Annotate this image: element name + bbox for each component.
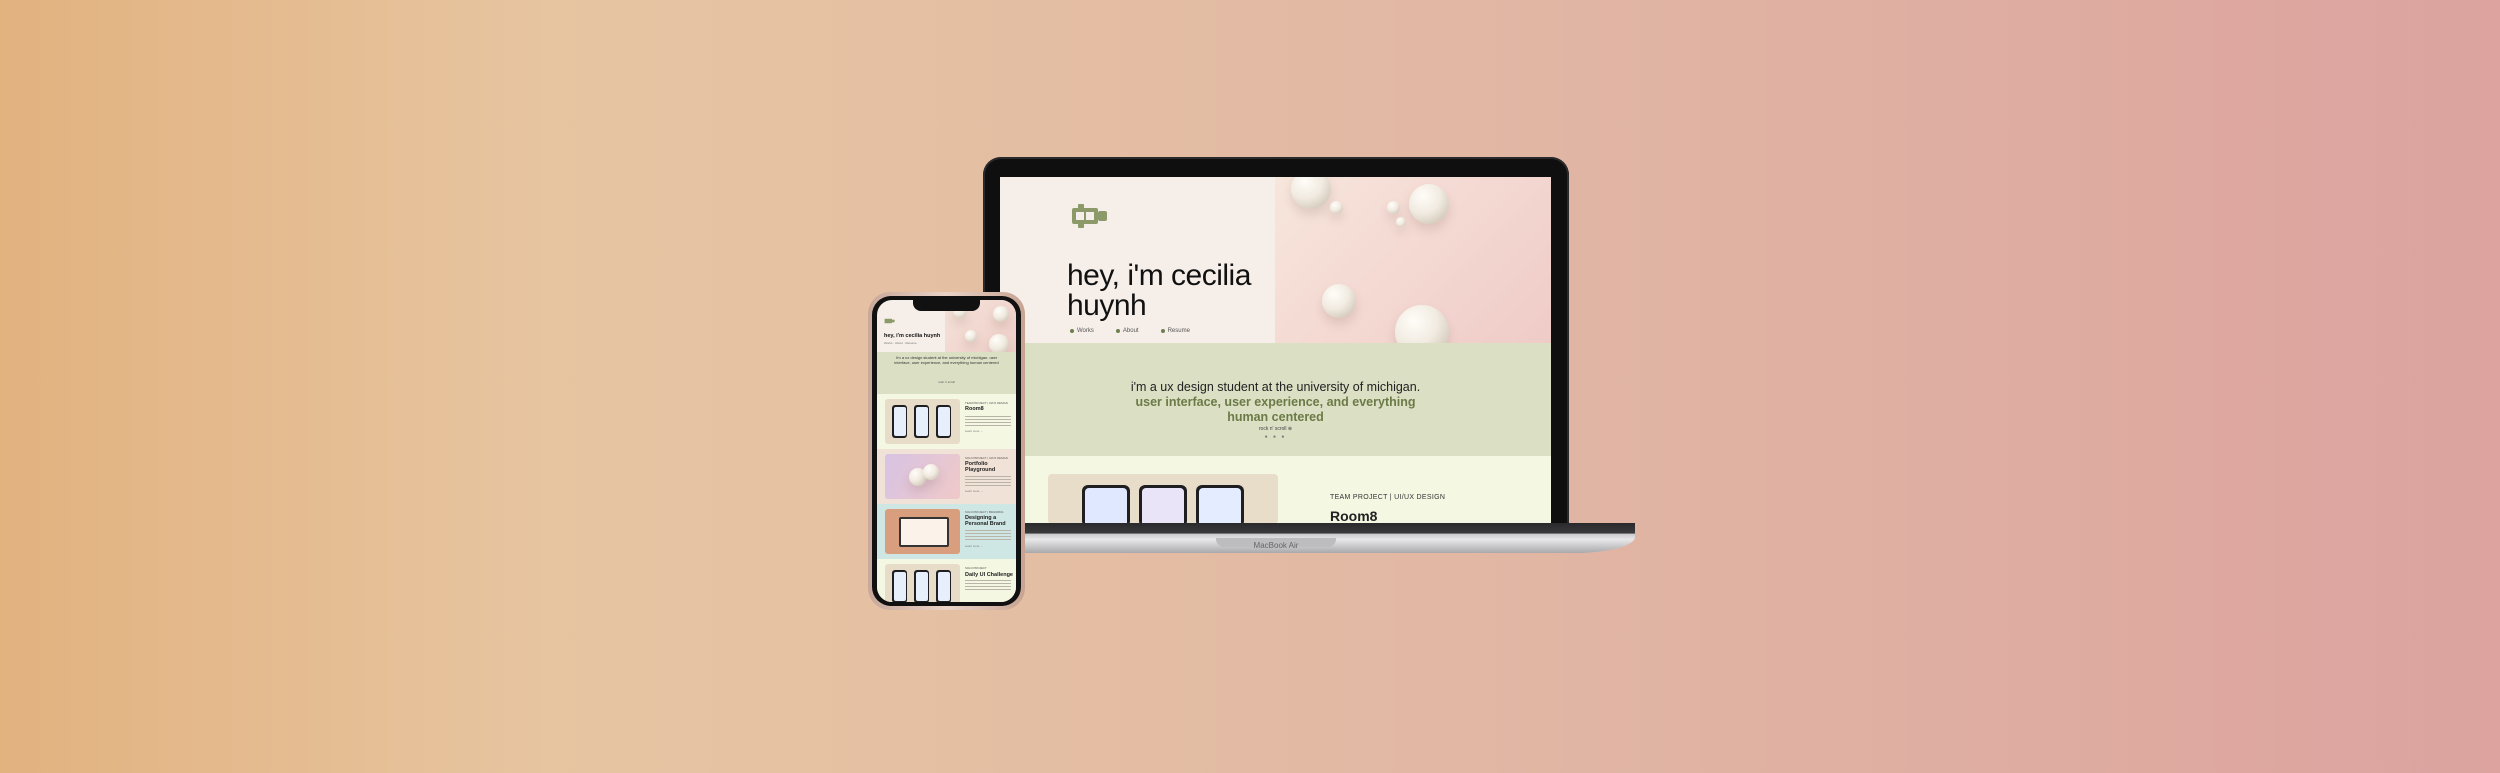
project-thumbnail[interactable]: [885, 509, 960, 554]
project-thumbnail[interactable]: [1048, 474, 1278, 524]
bullet-icon: [1115, 329, 1120, 333]
phone-screen: hey, i'm cecilia huynh Works · About · R…: [877, 300, 1016, 602]
phone-mockup: [892, 570, 907, 602]
sphere-decoration: [989, 334, 1009, 354]
sphere-decoration: [1330, 201, 1343, 214]
project-title[interactable]: Portfolio Playground: [965, 461, 1013, 473]
sphere-decoration: [1409, 184, 1449, 224]
project-description: [965, 580, 1011, 590]
nav-item-resume[interactable]: Resume: [1160, 328, 1190, 334]
intro-highlight: user interface, user experience, and eve…: [1000, 395, 1551, 425]
project-description: [965, 476, 1011, 486]
phone-mockup: [914, 405, 929, 438]
learn-more-link[interactable]: Learn more →: [965, 429, 983, 433]
phone-intro-text: i'm a ux design student at the universit…: [894, 355, 999, 365]
project-thumbnail[interactable]: [885, 564, 960, 602]
nav-item-about[interactable]: About: [1115, 328, 1139, 334]
project-tag: SOLO PROJECT | UI/UX DESIGN: [965, 456, 1008, 460]
phone-mockup: [1082, 485, 1130, 524]
project-title[interactable]: Room8: [965, 406, 1013, 412]
project-title[interactable]: Designing a Personal Brand: [965, 515, 1013, 527]
phone-mockup: [1139, 485, 1187, 524]
main-nav: Works About Resume: [1070, 328, 1190, 334]
phone-mockup: [914, 570, 929, 602]
project-title[interactable]: Daily UI Challenge: [965, 572, 1015, 578]
phone-mockup: [892, 405, 907, 438]
project-tag: TEAM PROJECT | UI/UX DESIGN: [1330, 494, 1446, 501]
sphere-decoration: [965, 330, 977, 342]
project-title[interactable]: Room8: [1330, 508, 1377, 524]
scroll-hint[interactable]: rock n' scroll ⊕: [1000, 426, 1551, 432]
device-label: MacBook Air: [1253, 541, 1299, 550]
list-item[interactable]: SOLO PROJECT | BRANDING Designing a Pers…: [877, 504, 1016, 559]
project-tag: SOLO PROJECT | BRANDING: [965, 510, 1004, 514]
phone-hero-title: hey, i'm cecilia huynh: [884, 333, 941, 339]
phone-mockup: [936, 570, 951, 602]
project-tag: TEAM PROJECT | UI/UX DESIGN: [965, 401, 1008, 405]
sphere-decoration: [1395, 305, 1449, 343]
project-thumbnail[interactable]: [885, 454, 960, 499]
project-description: [965, 416, 1011, 426]
phone-scroll-hint[interactable]: rock n' scroll: [877, 380, 1016, 384]
project-tag: SOLO PROJECT: [965, 566, 987, 570]
logo-icon[interactable]: [884, 317, 896, 325]
logo-icon[interactable]: [1070, 204, 1112, 228]
sphere-decoration: [1387, 201, 1400, 214]
sphere-decoration: [1322, 284, 1356, 318]
hero-title: hey, i'm cecilia huynh: [1067, 259, 1251, 322]
sphere-decoration: [1396, 217, 1406, 227]
phone-project-list: TEAM PROJECT | UI/UX DESIGN Room8 Learn …: [877, 394, 1016, 602]
phone-notch: [913, 300, 980, 311]
intro-text: i'm a ux design student at the universit…: [1130, 380, 1421, 394]
nav-item-works[interactable]: Works: [1070, 328, 1094, 334]
sphere-decoration: [923, 464, 939, 480]
intro-highlight-text: user interface, user experience, and eve…: [1135, 395, 1416, 424]
learn-more-link[interactable]: Learn more →: [965, 544, 983, 548]
list-item[interactable]: SOLO PROJECT | UI/UX DESIGN Portfolio Pl…: [877, 449, 1016, 504]
project-description: [965, 530, 1011, 540]
project-thumbnail[interactable]: [885, 399, 960, 444]
bullet-icon: [1160, 329, 1165, 333]
list-item[interactable]: SOLO PROJECT Daily UI Challenge: [877, 559, 1016, 602]
phone-mockup: [936, 405, 951, 438]
sphere-decoration: [1291, 177, 1331, 209]
laptop-screen: hey, i'm cecilia huynh Works About Resum…: [1000, 177, 1551, 524]
phone-nav[interactable]: Works · About · Resume: [884, 341, 917, 345]
learn-more-link[interactable]: Learn more →: [965, 489, 983, 493]
sphere-decoration: [993, 306, 1009, 322]
scroll-dots: ● ● ●: [1264, 434, 1287, 440]
phone-mockup: [1196, 485, 1244, 524]
hero-spheres-panel: [1275, 177, 1551, 343]
list-item[interactable]: TEAM PROJECT | UI/UX DESIGN Room8 Learn …: [877, 394, 1016, 449]
bullet-icon: [1070, 329, 1074, 333]
laptop-mockup: [899, 517, 949, 547]
